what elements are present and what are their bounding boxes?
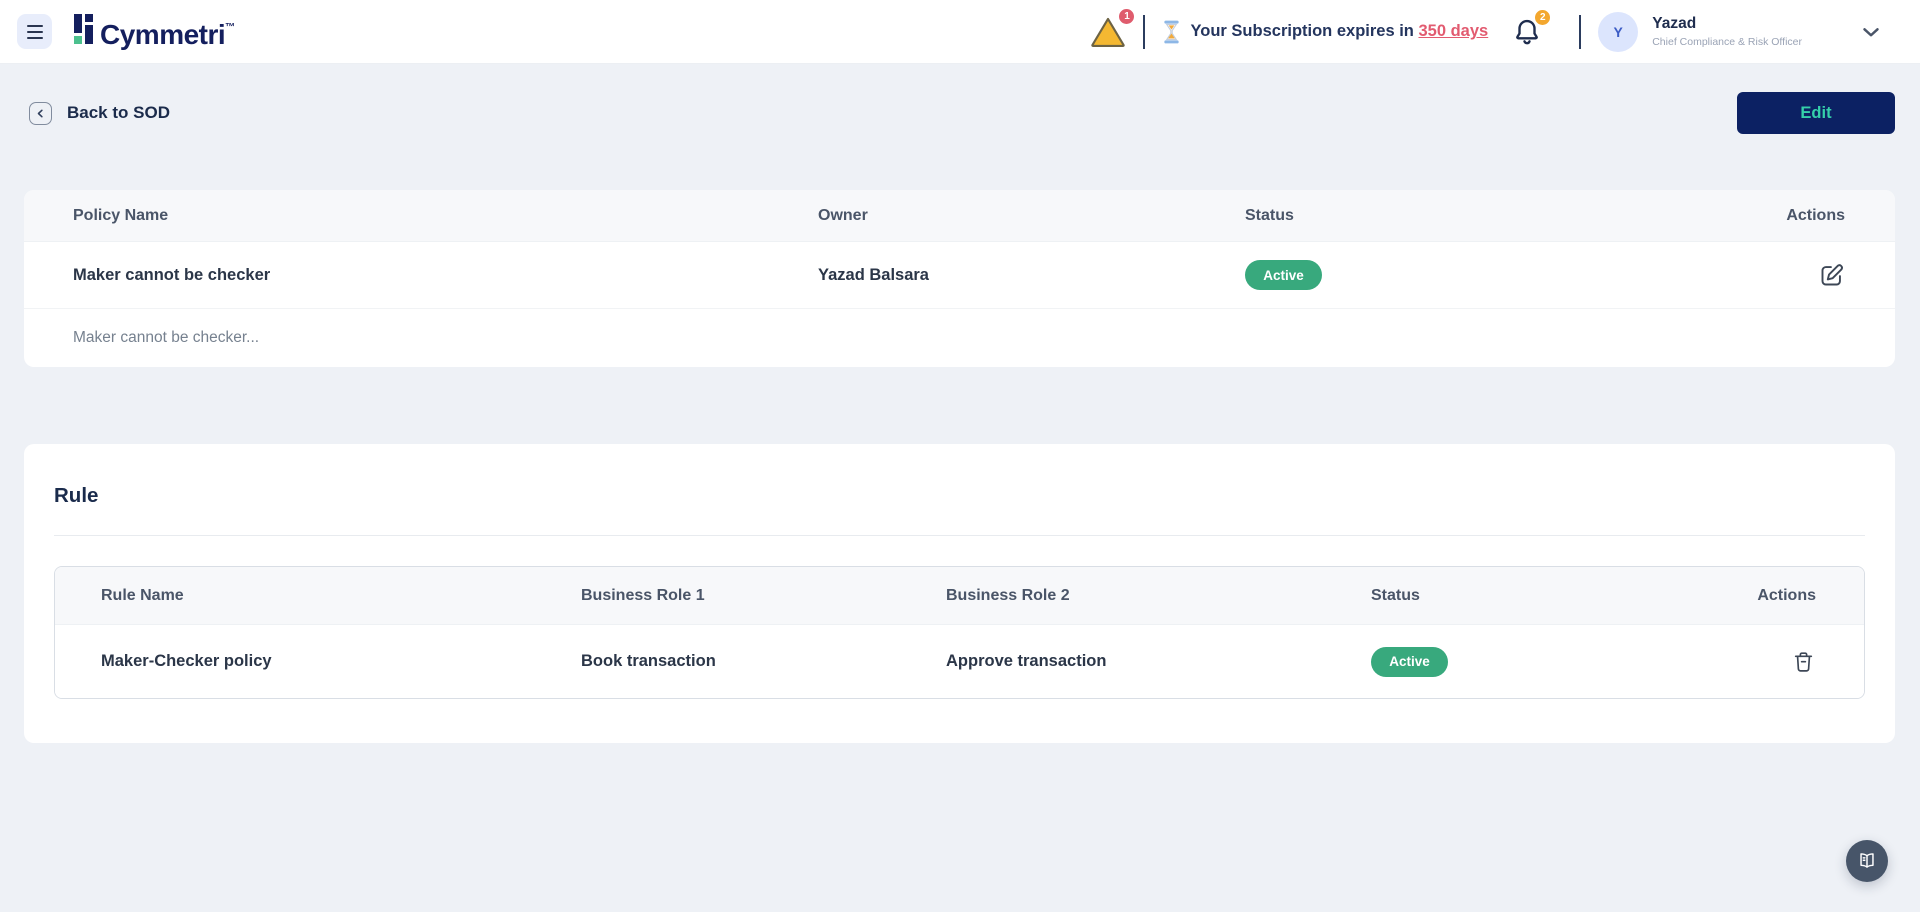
rule-actions [1791,649,1816,674]
rule-col-name: Rule Name [101,587,581,605]
subscription-days-link[interactable]: 350 days [1418,22,1488,40]
help-docs-fab[interactable] [1846,840,1888,882]
rule-role2: Approve transaction [946,652,1371,671]
user-info: Yazad Chief Compliance & Risk Officer [1652,15,1802,48]
user-role: Chief Compliance & Risk Officer [1652,36,1802,48]
policy-col-owner: Owner [818,207,1245,225]
policy-actions [1818,262,1845,289]
rule-status: Active [1371,647,1696,677]
back-to-sod[interactable]: Back to SOD [29,102,170,125]
status-badge: Active [1371,647,1448,677]
policy-table-row: Maker cannot be checker Yazad Balsara Ac… [24,242,1895,308]
rule-table: Rule Name Business Role 1 Business Role … [54,566,1865,699]
rule-table-row: Maker-Checker policy Book transaction Ap… [55,625,1864,698]
trash-icon [1791,649,1816,674]
edit-policy-button[interactable] [1818,262,1845,289]
open-book-icon [1856,850,1878,872]
rule-section-title: Rule [54,444,1865,508]
rule-name: Maker-Checker policy [101,652,581,671]
back-label[interactable]: Back to SOD [67,103,170,123]
warning-count-badge: 1 [1117,7,1136,26]
subscription-text: Your Subscription expires in 350 days [1190,22,1488,41]
header-divider [1579,15,1581,49]
hourglass-icon [1162,19,1181,45]
user-menu[interactable]: Y Yazad Chief Compliance & Risk Officer [1598,12,1884,52]
rule-divider [54,535,1865,536]
policy-col-status: Status [1245,207,1694,225]
brand-logo-mark-icon [74,12,93,44]
policy-card: Policy Name Owner Status Actions Maker c… [24,190,1895,367]
rule-col-status: Status [1371,587,1696,605]
rule-col-role2: Business Role 2 [946,587,1371,605]
rule-col-actions: Actions [1757,587,1816,605]
subscription-notice: Your Subscription expires in 350 days [1162,19,1488,45]
back-button[interactable] [29,102,52,125]
brand-name: Cymmetri™ [100,12,235,51]
hamburger-menu-button[interactable] [17,14,52,49]
notification-count-badge: 2 [1533,8,1552,27]
policy-col-actions: Actions [1786,207,1845,225]
pencil-edit-icon [1818,262,1845,289]
chevron-left-icon [35,108,46,119]
edit-button[interactable]: Edit [1737,92,1895,134]
rule-col-role1: Business Role 1 [581,587,946,605]
policy-owner: Yazad Balsara [818,266,1245,285]
top-bar: Cymmetri™ 1 Your Subscription expires in… [0,0,1920,64]
policy-name: Maker cannot be checker [73,266,818,285]
top-bar-right: 1 Your Subscription expires in 350 days … [1090,12,1884,52]
notifications-button[interactable]: 2 [1512,17,1542,47]
policy-table-header: Policy Name Owner Status Actions [24,190,1895,242]
top-bar-left: Cymmetri™ [17,12,235,51]
user-name: Yazad [1652,15,1802,33]
policy-col-name: Policy Name [73,207,818,225]
chevron-down-icon[interactable] [1858,19,1884,45]
policy-status: Active [1245,260,1694,290]
rule-table-header: Rule Name Business Role 1 Business Role … [55,567,1864,625]
page-toolbar: Back to SOD Edit [0,64,1920,134]
status-badge: Active [1245,260,1322,290]
policy-description: Maker cannot be checker... [24,308,1895,367]
rule-role1: Book transaction [581,652,946,671]
avatar: Y [1598,12,1638,52]
brand-logo: Cymmetri™ [74,12,235,51]
rule-card: Rule Rule Name Business Role 1 Business … [24,444,1895,743]
trademark-symbol: ™ [225,22,235,33]
alerts-warning-button[interactable]: 1 [1090,16,1126,48]
delete-rule-button[interactable] [1791,649,1816,674]
header-divider [1143,15,1145,49]
